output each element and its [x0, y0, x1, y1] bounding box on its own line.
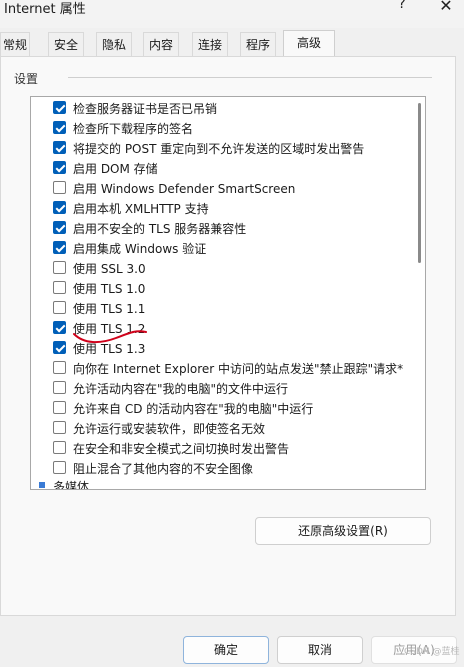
- checkbox[interactable]: [53, 261, 66, 274]
- tab-strip: 常规 安全 隐私 内容 连接 程序 高级: [0, 30, 464, 56]
- setting-row[interactable]: 启用 DOM 存储: [31, 158, 411, 178]
- checkbox[interactable]: [53, 341, 66, 354]
- setting-label: 启用不安全的 TLS 服务器兼容性: [73, 222, 247, 236]
- tab-advanced[interactable]: 高级: [283, 30, 335, 56]
- restore-advanced-settings-button[interactable]: 还原高级设置(R): [255, 517, 431, 545]
- checkbox[interactable]: [53, 401, 66, 414]
- checkbox[interactable]: [53, 321, 66, 334]
- close-button[interactable]: ✕: [436, 0, 456, 16]
- ok-button[interactable]: 确定: [183, 636, 269, 664]
- setting-row[interactable]: 允许活动内容在"我的电脑"的文件中运行: [31, 378, 411, 398]
- tree-category-multimedia[interactable]: 多媒体: [31, 479, 411, 490]
- setting-label: 将提交的 POST 重定向到不允许发送的区域时发出警告: [73, 142, 365, 156]
- setting-row[interactable]: 将提交的 POST 重定向到不允许发送的区域时发出警告: [31, 138, 411, 158]
- tab-security[interactable]: 安全: [48, 32, 84, 56]
- setting-row[interactable]: 启用不安全的 TLS 服务器兼容性: [31, 218, 411, 238]
- checkbox[interactable]: [53, 421, 66, 434]
- watermark: CSDN @蓝桂: [404, 647, 460, 657]
- setting-label: 向你在 Internet Explorer 中访问的站点发送"禁止跟踪"请求*: [73, 362, 404, 376]
- setting-label: 使用 SSL 3.0: [73, 262, 146, 276]
- window-title: Internet 属性: [4, 2, 86, 17]
- title-bar: Internet 属性 ? ✕: [0, 0, 464, 28]
- checkbox[interactable]: [53, 121, 66, 134]
- checkbox[interactable]: [53, 301, 66, 314]
- checkbox[interactable]: [53, 281, 66, 294]
- setting-label: 阻止混合了其他内容的不安全图像: [73, 462, 254, 476]
- setting-label: 允许运行或安装软件，即使签名无效: [73, 422, 266, 436]
- setting-label: 允许来自 CD 的活动内容在"我的电脑"中运行: [73, 402, 314, 416]
- tab-connections[interactable]: 连接: [192, 32, 228, 56]
- help-button[interactable]: ?: [392, 0, 412, 16]
- setting-row[interactable]: 允许运行或安装软件，即使签名无效: [31, 418, 411, 438]
- checkbox[interactable]: [53, 161, 66, 174]
- group-divider: [68, 77, 432, 78]
- setting-label: 启用集成 Windows 验证: [73, 242, 207, 256]
- setting-label: 使用 TLS 1.0: [73, 282, 146, 296]
- setting-label: 在安全和非安全模式之间切换时发出警告: [73, 442, 290, 456]
- setting-row[interactable]: 使用 TLS 1.1: [31, 298, 411, 318]
- checkbox[interactable]: [53, 141, 66, 154]
- setting-row[interactable]: 使用 SSL 3.0: [31, 258, 411, 278]
- checkbox[interactable]: [53, 441, 66, 454]
- checkbox[interactable]: [53, 201, 66, 214]
- setting-row[interactable]: 使用 TLS 1.0: [31, 278, 411, 298]
- settings-list[interactable]: 检查服务器证书是否已吊销 检查所下载程序的签名 将提交的 POST 重定向到不允…: [30, 96, 426, 490]
- checkbox[interactable]: [53, 461, 66, 474]
- setting-label: 检查所下载程序的签名: [73, 122, 194, 136]
- cancel-button[interactable]: 取消: [277, 636, 363, 664]
- setting-label: 允许活动内容在"我的电脑"的文件中运行: [73, 382, 289, 396]
- red-underline-annotation: [73, 330, 147, 344]
- setting-row[interactable]: 启用集成 Windows 验证: [31, 238, 411, 258]
- checkbox[interactable]: [53, 181, 66, 194]
- folder-icon: [39, 482, 45, 488]
- checkbox[interactable]: [53, 241, 66, 254]
- checkbox[interactable]: [53, 381, 66, 394]
- setting-row[interactable]: 阻止混合了其他内容的不安全图像: [31, 458, 411, 478]
- setting-row[interactable]: 检查所下载程序的签名: [31, 118, 411, 138]
- checkbox[interactable]: [53, 361, 66, 374]
- tab-programs[interactable]: 程序: [240, 32, 276, 56]
- tab-general[interactable]: 常规: [0, 32, 30, 56]
- tab-content[interactable]: 内容: [143, 32, 179, 56]
- setting-row[interactable]: 允许来自 CD 的活动内容在"我的电脑"中运行: [31, 398, 411, 418]
- setting-label: 检查服务器证书是否已吊销: [73, 102, 218, 116]
- checkbox[interactable]: [53, 221, 66, 234]
- setting-row[interactable]: 检查服务器证书是否已吊销: [31, 98, 411, 118]
- setting-row[interactable]: 在安全和非安全模式之间切换时发出警告: [31, 438, 411, 458]
- setting-row[interactable]: 启用 Windows Defender SmartScreen: [31, 178, 411, 198]
- tab-privacy[interactable]: 隐私: [96, 32, 132, 56]
- setting-row[interactable]: 向你在 Internet Explorer 中访问的站点发送"禁止跟踪"请求*: [31, 358, 411, 378]
- setting-label: 启用 Windows Defender SmartScreen: [73, 182, 296, 196]
- setting-label: 启用 DOM 存储: [73, 162, 158, 176]
- setting-row[interactable]: 启用本机 XMLHTTP 支持: [31, 198, 411, 218]
- settings-group-label: 设置: [14, 72, 39, 86]
- setting-label: 使用 TLS 1.1: [73, 302, 146, 316]
- vertical-scrollbar[interactable]: [418, 103, 421, 263]
- checkbox[interactable]: [53, 101, 66, 114]
- tree-category-label: 多媒体: [53, 480, 90, 490]
- setting-label: 启用本机 XMLHTTP 支持: [73, 202, 209, 216]
